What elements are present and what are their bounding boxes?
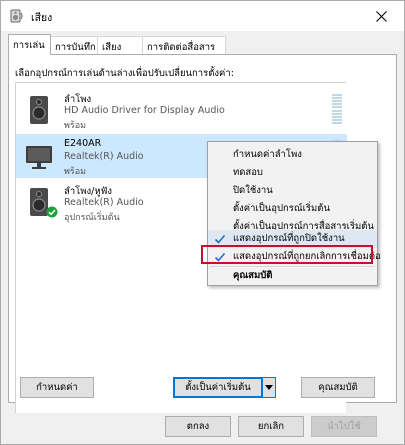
green-check-icon xyxy=(46,206,58,218)
menu-item-disable[interactable]: ปิดใช้งาน xyxy=(208,182,377,200)
volume-level-meter xyxy=(332,94,342,124)
title-bar[interactable]: เสียง xyxy=(1,1,404,31)
tab-playback[interactable]: การเล่น xyxy=(8,34,51,55)
tab-sounds[interactable]: เสียง xyxy=(97,36,143,54)
set-default-button[interactable]: ตั้งเป็นค่าเริ่มต้น xyxy=(173,377,263,398)
configure-button[interactable]: กำหนดค่า xyxy=(20,377,94,398)
device-description: Realtek(R) Audio xyxy=(64,197,144,208)
menu-item-test[interactable]: ทดสอบ xyxy=(208,164,377,182)
tab-communications[interactable]: การติดต่อสื่อสาร xyxy=(142,36,226,54)
speaker-icon xyxy=(10,9,23,23)
checkmark-icon xyxy=(214,234,226,244)
close-button[interactable] xyxy=(358,1,404,31)
speaker-device-icon xyxy=(30,96,48,124)
monitor-device-icon xyxy=(26,146,52,169)
device-status: อุปกรณ์เริ่มต้น xyxy=(64,213,120,223)
device-status: พร้อม xyxy=(64,167,87,177)
apply-button[interactable]: นำไปใช้ xyxy=(311,416,377,437)
menu-item-configure-speakers[interactable]: กำหนดค่าลำโพง xyxy=(208,146,377,164)
window-title: เสียง xyxy=(31,12,53,24)
device-description: HD Audio Driver for Display Audio xyxy=(64,105,225,116)
playback-instruction: เลือกอุปกรณ์การเล่นด้านล่างเพื่อปรับเปลี… xyxy=(15,68,234,79)
close-icon xyxy=(375,10,387,22)
cancel-button[interactable]: ยกเลิก xyxy=(238,416,304,437)
context-menu: กำหนดค่าลำโพง ทดสอบ ปิดใช้งาน ตั้งค่าเป็… xyxy=(207,141,381,286)
device-status: พร้อม xyxy=(64,121,87,131)
device-name: E240AR xyxy=(64,138,102,149)
highlight-annotation xyxy=(201,245,373,264)
chevron-down-icon xyxy=(265,385,273,390)
set-default-dropdown[interactable] xyxy=(262,377,276,398)
device-description: Realtek(R) Audio xyxy=(64,151,144,162)
menu-item-properties[interactable]: คุณสมบัติ xyxy=(208,267,377,285)
tab-recording[interactable]: การบันทึก xyxy=(50,36,98,54)
menu-item-set-default-device[interactable]: ตั้งค่าเป็นอุปกรณ์เริ่มต้น xyxy=(208,200,377,218)
properties-button[interactable]: คุณสมบัติ xyxy=(301,377,375,398)
ok-button[interactable]: ตกลง xyxy=(165,416,231,437)
device-item-speakers-hd[interactable]: ลำโพง HD Audio Driver for Display Audio … xyxy=(16,88,347,132)
